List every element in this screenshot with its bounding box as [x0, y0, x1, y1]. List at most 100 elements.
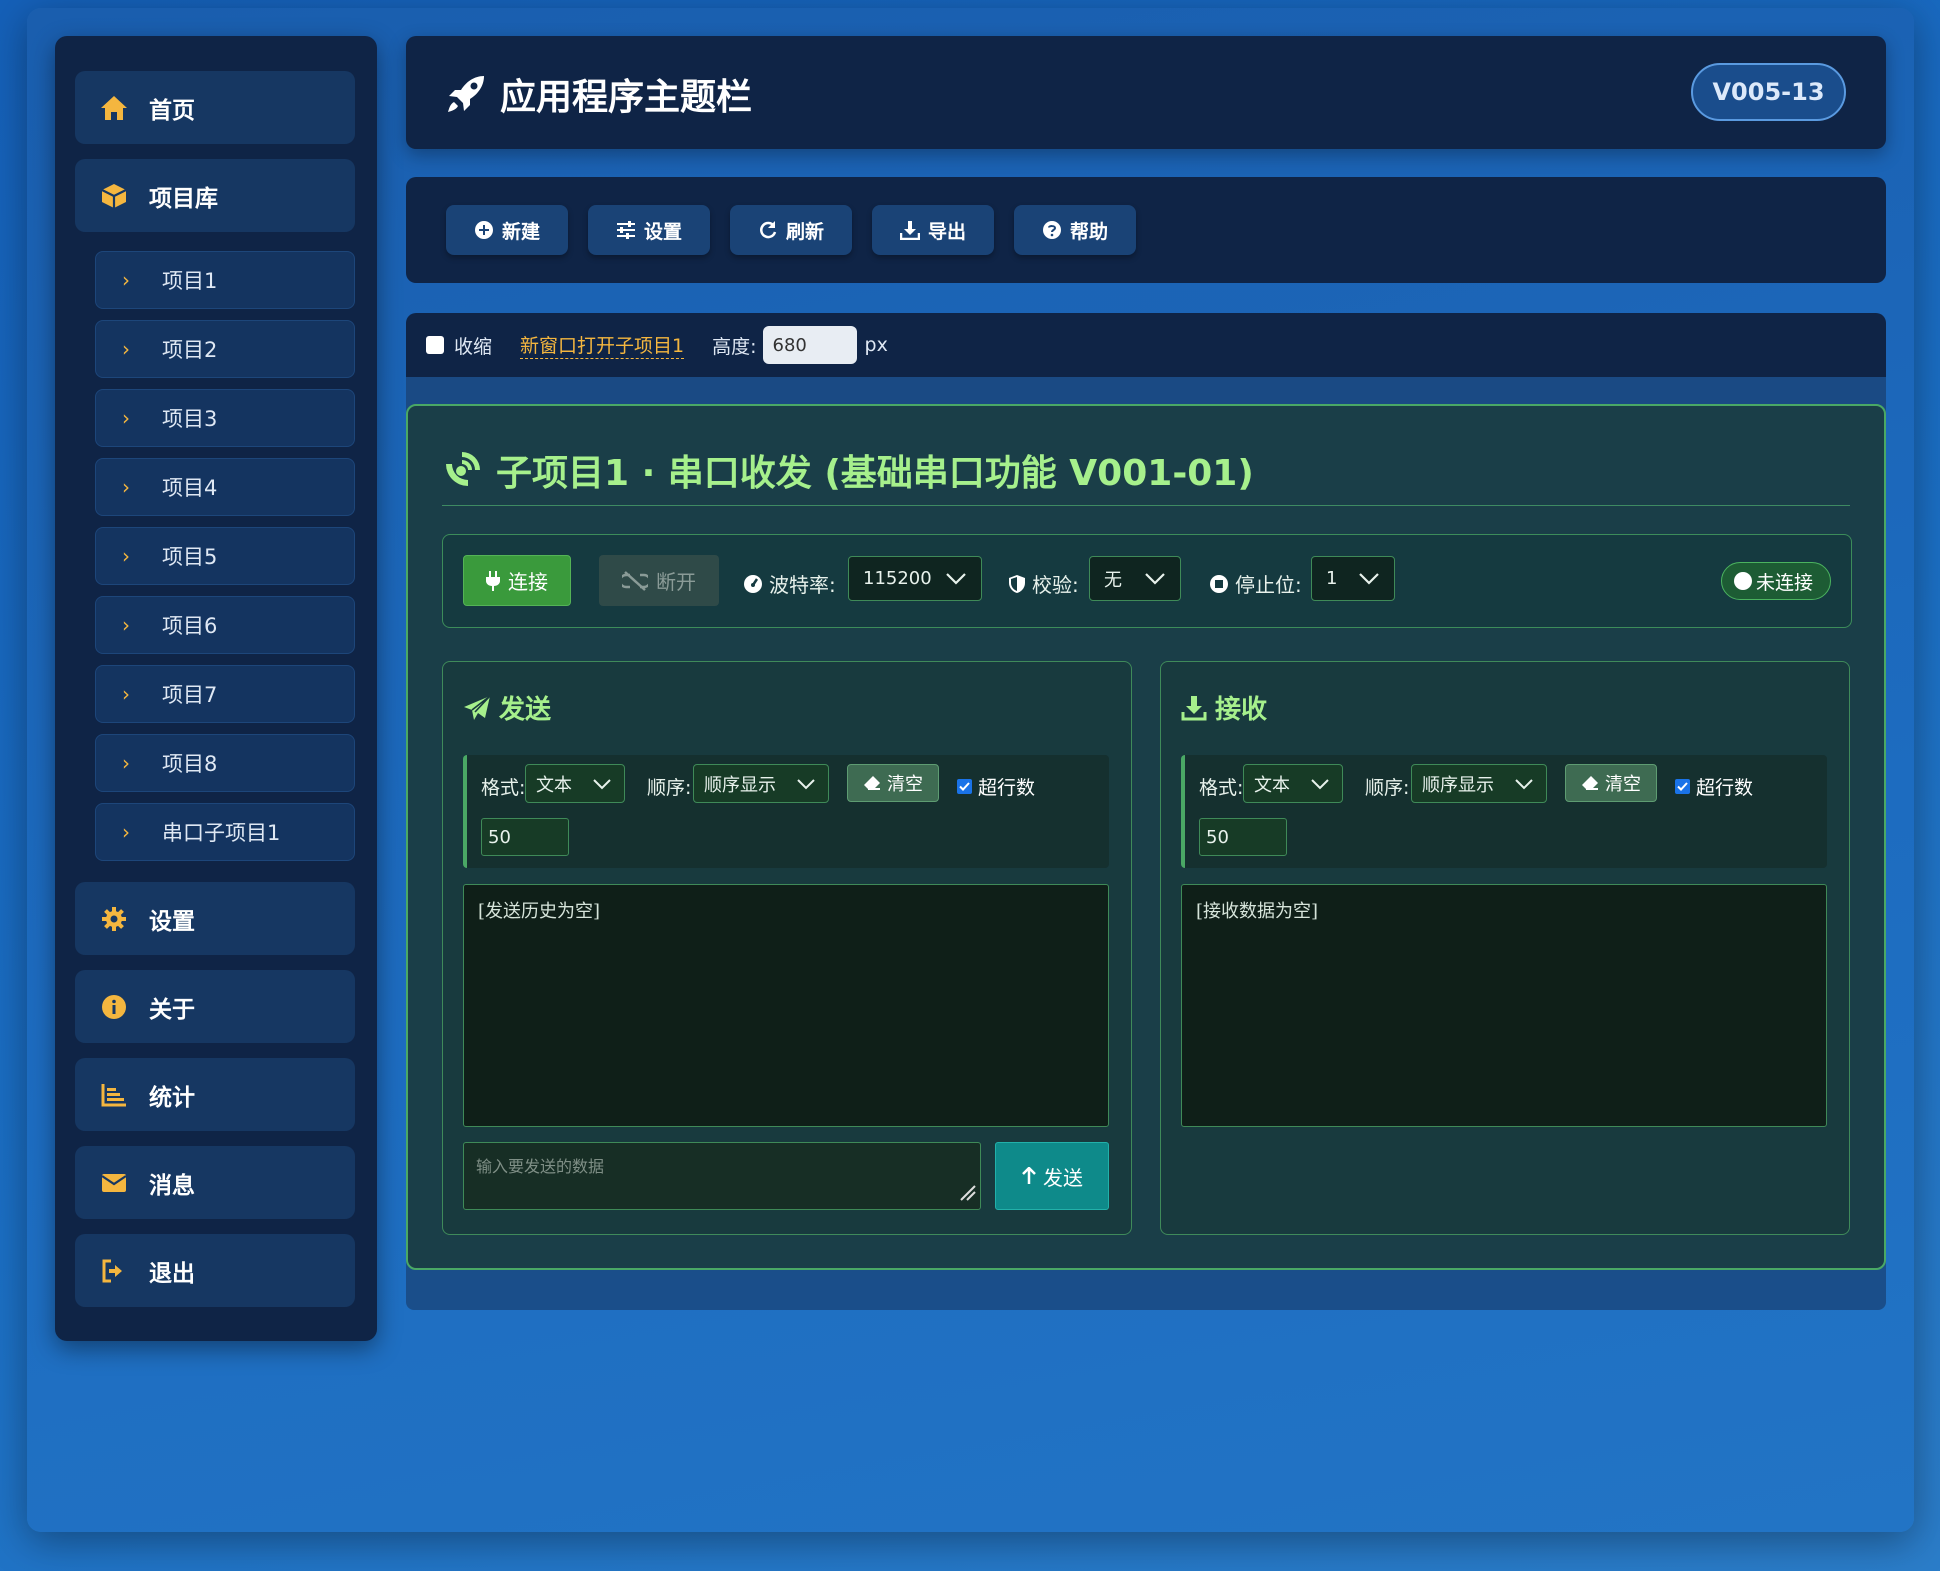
receive-format-label: 格式:	[1199, 777, 1244, 799]
question-circle-icon	[1042, 220, 1062, 240]
sliders-icon	[616, 221, 636, 239]
chevron-right-icon: ›	[122, 613, 130, 637]
sidebar-subitem-project-5[interactable]: › 项目5	[95, 527, 355, 585]
chevron-down-icon	[1144, 567, 1166, 594]
sidebar-item-label: 退出	[149, 1260, 195, 1287]
info-icon	[99, 992, 129, 1022]
envelope-icon	[99, 1168, 129, 1198]
download-icon	[899, 220, 920, 240]
eraser-icon	[1581, 775, 1599, 791]
resize-grip-icon[interactable]	[957, 1182, 977, 1206]
parity-select[interactable]: 无	[1089, 556, 1181, 601]
send-clear-button[interactable]: 清空	[847, 764, 939, 802]
open-new-window-link[interactable]: 新窗口打开子项目1	[520, 331, 685, 359]
satellite-dish-icon	[442, 450, 482, 490]
serial-panel: 子项目1 · 串口收发 (基础串口功能 V001-01) 连接 断开 波特率: …	[406, 404, 1886, 1270]
sidebar-item-label: 关于	[149, 996, 195, 1023]
checkmark-icon	[1675, 779, 1690, 794]
send-button[interactable]: 发送	[995, 1142, 1109, 1210]
home-icon	[99, 93, 129, 123]
connect-button[interactable]: 连接	[463, 555, 571, 606]
sidebar-item-logout[interactable]: 退出	[75, 1234, 355, 1307]
sidebar-item-messages[interactable]: 消息	[75, 1146, 355, 1219]
paper-plane-icon	[463, 694, 491, 721]
settings-button[interactable]: 设置	[588, 205, 710, 255]
help-button[interactable]: 帮助	[1014, 205, 1136, 255]
stopbit-label: 停止位:	[1209, 569, 1302, 598]
send-order-label: 顺序:	[647, 777, 692, 799]
chevron-down-icon	[1358, 567, 1380, 594]
refresh-button[interactable]: 刷新	[730, 205, 852, 255]
version-badge: V005-13	[1691, 63, 1846, 121]
sidebar-item-label: 消息	[149, 1172, 195, 1199]
sidebar-subitem-project-1[interactable]: › 项目1	[95, 251, 355, 309]
unlink-icon	[622, 570, 648, 591]
sidebar-item-label: 设置	[149, 908, 195, 935]
chevron-right-icon: ›	[122, 337, 130, 361]
sidebar-subitem-project-6[interactable]: › 项目6	[95, 596, 355, 654]
sidebar: 首页 项目库 › 项目1 › 项目2 › 项目3 › 项目4 › 项目5 › 项目6 › 项目…	[55, 36, 377, 1341]
receive-order-label: 顺序:	[1365, 777, 1410, 799]
send-title: 发送	[463, 689, 551, 726]
disconnect-button[interactable]: 断开	[599, 555, 719, 606]
chevron-right-icon: ›	[122, 751, 130, 775]
height-label: 高度:	[712, 335, 757, 358]
rocket-icon	[446, 74, 486, 114]
receive-overflow-checkbox[interactable]: 超行数	[1675, 773, 1753, 800]
cube-icon	[99, 181, 129, 211]
send-order-select[interactable]: 顺序显示	[693, 764, 829, 803]
sidebar-subitem-project-8[interactable]: › 项目8	[95, 734, 355, 792]
download-icon	[1181, 695, 1207, 721]
height-unit: px	[864, 334, 888, 356]
toolbar: 新建 设置 刷新 导出 帮助	[406, 177, 1886, 283]
new-button[interactable]: 新建	[446, 205, 568, 255]
sidebar-subitem-project-4[interactable]: › 项目4	[95, 458, 355, 516]
chevron-right-icon: ›	[122, 820, 130, 844]
receive-overflow-input[interactable]: 50	[1199, 818, 1287, 856]
chevron-down-icon	[796, 774, 816, 799]
sidebar-item-stats[interactable]: 统计	[75, 1058, 355, 1131]
plug-icon	[486, 570, 500, 591]
receive-title: 接收	[1181, 689, 1267, 726]
send-data-input[interactable]: 输入要发送的数据	[463, 1142, 981, 1210]
send-history: [发送历史为空]	[463, 884, 1109, 1127]
export-button[interactable]: 导出	[872, 205, 994, 255]
sidebar-item-settings[interactable]: 设置	[75, 882, 355, 955]
status-dot-icon	[1734, 572, 1752, 590]
logout-icon	[99, 1256, 129, 1286]
receive-order-select[interactable]: 顺序显示	[1411, 764, 1547, 803]
send-format-select[interactable]: 文本	[525, 764, 625, 803]
sidebar-item-home[interactable]: 首页	[75, 71, 355, 144]
gauge-icon	[743, 574, 763, 594]
sidebar-subitem-project-7[interactable]: › 项目7	[95, 665, 355, 723]
baud-select[interactable]: 115200	[848, 556, 982, 601]
receive-options: 格式: 文本 顺序: 顺序显示 清空 超行数 50	[1181, 755, 1827, 868]
send-panel: 发送 格式: 文本 顺序: 顺序显示 清空 超行数 50 [发送历史为空] 输入…	[442, 661, 1132, 1235]
title-divider	[442, 505, 1850, 506]
chart-icon	[99, 1080, 129, 1110]
plus-circle-icon	[474, 220, 494, 240]
chevron-right-icon: ›	[122, 475, 130, 499]
send-format-label: 格式:	[481, 777, 526, 799]
panel-title: 子项目1 · 串口收发 (基础串口功能 V001-01)	[442, 444, 1254, 496]
sidebar-subitem-serial-1[interactable]: › 串口子项目1	[95, 803, 355, 861]
send-overflow-checkbox[interactable]: 超行数	[957, 773, 1035, 800]
receive-clear-button[interactable]: 清空	[1565, 764, 1657, 802]
sidebar-subitem-project-2[interactable]: › 项目2	[95, 320, 355, 378]
receive-format-select[interactable]: 文本	[1243, 764, 1343, 803]
chevron-down-icon	[592, 774, 612, 799]
sidebar-item-label: 统计	[149, 1084, 195, 1111]
page-title: 应用程序主题栏	[446, 68, 752, 120]
connection-status-badge: 未连接	[1721, 562, 1831, 600]
stopbit-select[interactable]: 1	[1311, 556, 1395, 601]
send-overflow-input[interactable]: 50	[481, 818, 569, 856]
sidebar-item-about[interactable]: 关于	[75, 970, 355, 1043]
height-input[interactable]: 680	[762, 326, 857, 364]
collapse-checkbox[interactable]	[426, 336, 444, 354]
sidebar-item-projects[interactable]: 项目库	[75, 159, 355, 232]
sidebar-subitem-project-3[interactable]: › 项目3	[95, 389, 355, 447]
shield-icon	[1008, 574, 1026, 594]
baud-label: 波特率:	[743, 569, 836, 598]
chevron-right-icon: ›	[122, 406, 130, 430]
arrow-up-icon	[1021, 1167, 1037, 1185]
